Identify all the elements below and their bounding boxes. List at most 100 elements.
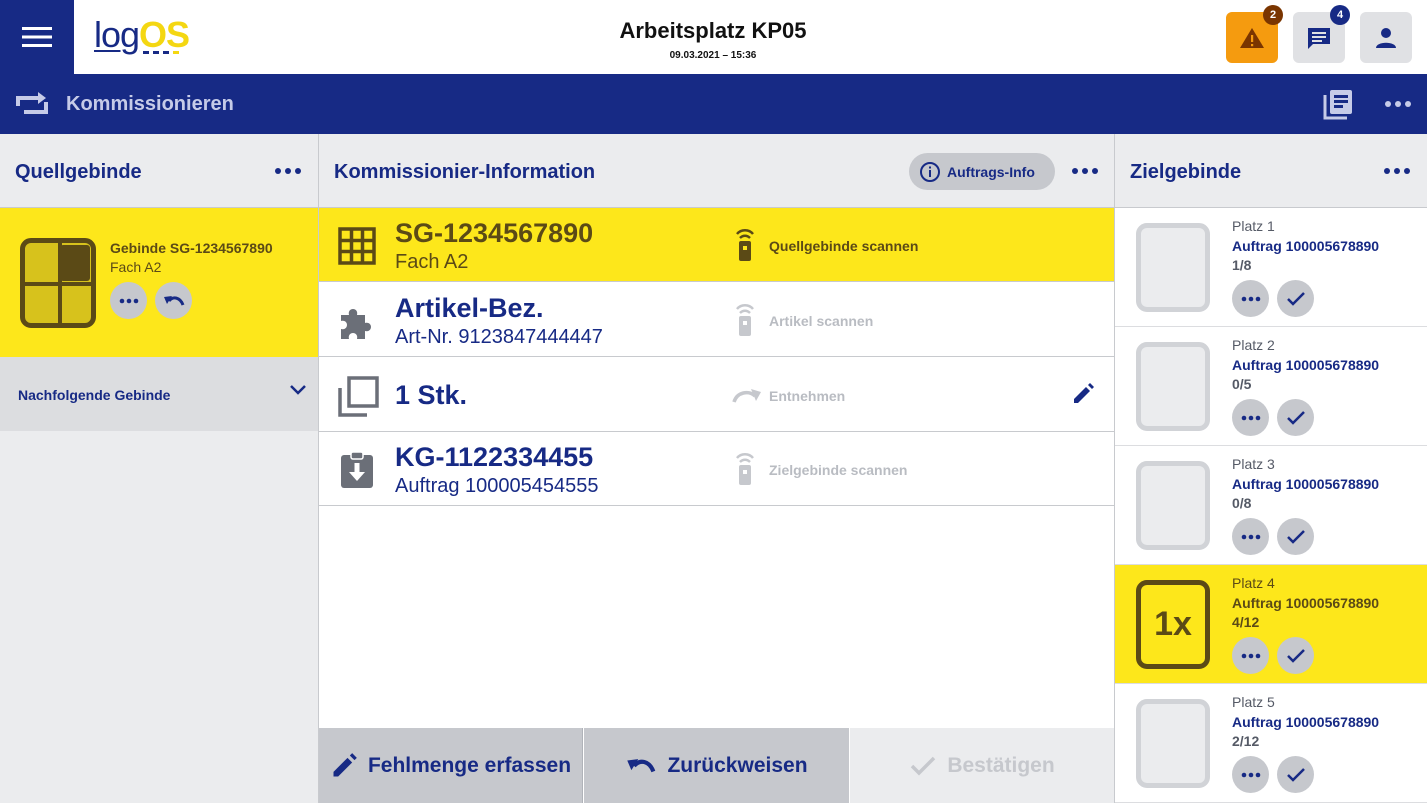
- more-icon[interactable]: [1071, 161, 1099, 181]
- slot-confirm-button[interactable]: [1277, 756, 1314, 793]
- source-container-card[interactable]: Gebinde SG-1234567890 Fach A2: [0, 208, 318, 357]
- more-icon[interactable]: [1384, 93, 1412, 115]
- menu-button[interactable]: [0, 0, 74, 74]
- slot-place: Platz 3: [1232, 456, 1275, 472]
- messages-button[interactable]: 4: [1293, 5, 1350, 63]
- slot-confirm-button[interactable]: [1277, 399, 1314, 436]
- puzzle-icon: [341, 309, 371, 339]
- top-bar: logOS Arbeitsplatz KP05 09.03.2021 – 15:…: [0, 0, 1427, 74]
- step-sub-text: Art-Nr. 9123847444447: [395, 326, 603, 348]
- check-icon: [1286, 410, 1305, 425]
- switch-process-icon[interactable]: [14, 88, 50, 120]
- process-title: Kommissionieren: [66, 93, 234, 115]
- slot-place: Platz 5: [1232, 694, 1275, 710]
- step-action: Artikel scannen: [769, 313, 874, 329]
- slot-place: Platz 2: [1232, 337, 1275, 353]
- target-panel-header: Zielgebinde: [1115, 134, 1427, 208]
- scanner-icon: [736, 453, 754, 485]
- target-slot-container-icon: [1136, 699, 1210, 788]
- warning-icon: [1240, 27, 1264, 48]
- source-panel-header: Quellgebinde: [0, 134, 318, 208]
- order-info-label: Auftrags-Info: [947, 163, 1035, 180]
- slot-count: 0/5: [1232, 376, 1252, 392]
- slot-more-button[interactable]: [1232, 399, 1269, 436]
- more-icon[interactable]: [274, 161, 302, 181]
- source-panel-title: Quellgebinde: [15, 161, 142, 183]
- slot-more-button[interactable]: [1232, 280, 1269, 317]
- logo-text-part1: log: [94, 14, 140, 55]
- target-slot[interactable]: Platz 5 Auftrag 100005678890 2/12: [1115, 684, 1427, 803]
- user-button[interactable]: [1360, 12, 1412, 63]
- check-icon: [1286, 648, 1305, 663]
- clipboard-download-icon: [341, 451, 373, 488]
- step-quantity[interactable]: 1 Stk. Entnehmen: [319, 358, 1114, 432]
- more-icon[interactable]: [1383, 161, 1411, 181]
- record-shortage-button[interactable]: Fehlmenge erfassen: [319, 728, 583, 803]
- alerts-count-badge: 2: [1263, 5, 1283, 25]
- slot-order: Auftrag 100005678890: [1232, 238, 1380, 254]
- target-slot-active[interactable]: 1x Platz 4 Auftrag 100005678890 4/12: [1115, 565, 1427, 684]
- step-main-text: KG-1122334455: [395, 442, 594, 472]
- chevron-down-icon: [290, 385, 306, 395]
- slot-confirm-button[interactable]: [1277, 518, 1314, 555]
- check-icon: [1286, 291, 1305, 306]
- more-icon: [1241, 534, 1260, 539]
- step-target-container[interactable]: KG-1122334455 Auftrag 100005454555 Zielg…: [319, 432, 1114, 506]
- following-containers-toggle[interactable]: Nachfolgende Gebinde: [0, 357, 318, 431]
- target-slot-container-icon: [1136, 461, 1210, 550]
- check-icon: [911, 756, 936, 775]
- step-action: Entnehmen: [769, 388, 846, 404]
- slot-confirm-button[interactable]: [1277, 637, 1314, 674]
- slot-count: 2/12: [1232, 733, 1260, 749]
- step-main-text: SG-1234567890: [395, 218, 594, 248]
- slot-confirm-button[interactable]: [1277, 280, 1314, 317]
- source-undo-button[interactable]: [155, 282, 192, 319]
- slot-order: Auftrag 100005678890: [1232, 357, 1380, 373]
- source-container-fach: Fach A2: [110, 259, 162, 275]
- step-action: Quellgebinde scannen: [769, 238, 919, 254]
- process-bar: Kommissionieren: [0, 74, 1427, 134]
- target-slot-container-icon: 1x: [1136, 580, 1210, 669]
- target-slot[interactable]: Platz 2 Auftrag 100005678890 0/5: [1115, 327, 1427, 446]
- target-slot-container-icon: [1136, 342, 1210, 431]
- order-info-button[interactable]: Auftrags-Info: [909, 153, 1055, 190]
- slot-more-button[interactable]: [1232, 637, 1269, 674]
- slot-order: Auftrag 100005678890: [1232, 595, 1380, 611]
- slot-more-button[interactable]: [1232, 518, 1269, 555]
- undo-icon: [163, 295, 184, 306]
- redo-arrow-icon: [732, 389, 761, 403]
- more-icon: [1241, 653, 1260, 658]
- slot-count: 4/12: [1232, 614, 1260, 630]
- slot-place: Platz 4: [1232, 575, 1275, 591]
- pencil-icon: [333, 752, 357, 776]
- more-icon: [1241, 772, 1260, 777]
- picking-info-title: Kommissionier-Information: [334, 161, 596, 183]
- confirm-label: Bestätigen: [947, 753, 1055, 777]
- source-panel: Quellgebinde Gebinde SG-1234567890 Fach …: [0, 134, 318, 803]
- target-slot[interactable]: Platz 1 Auftrag 100005678890 1/8: [1115, 208, 1427, 327]
- pencil-icon[interactable]: [1071, 382, 1095, 406]
- step-article[interactable]: Artikel-Bez. Art-Nr. 9123847444447 Artik…: [319, 283, 1114, 357]
- chat-icon: [1308, 27, 1330, 49]
- hamburger-icon: [22, 27, 52, 47]
- step-sub-text: Auftrag 100005454555: [395, 475, 599, 497]
- container-compartments-icon: [20, 238, 96, 328]
- source-more-button[interactable]: [110, 282, 147, 319]
- logo-dots: [143, 51, 179, 54]
- target-slot[interactable]: Platz 3 Auftrag 100005678890 0/8: [1115, 446, 1427, 565]
- logo-text-part2: OS: [139, 14, 190, 55]
- picking-info-header: Kommissionier-Information Auftrags-Info: [319, 134, 1114, 208]
- target-slot-container-icon: [1136, 223, 1210, 312]
- slot-more-button[interactable]: [1232, 756, 1269, 793]
- document-list-icon[interactable]: [1322, 88, 1354, 120]
- step-source-container[interactable]: SG-1234567890 Fach A2 Quellgebinde scann…: [319, 208, 1114, 282]
- more-icon: [1241, 296, 1260, 301]
- slot-order: Auftrag 100005678890: [1232, 476, 1380, 492]
- alerts-button[interactable]: 2: [1226, 5, 1283, 63]
- slot-count: 0/8: [1232, 495, 1252, 511]
- confirm-button[interactable]: Bestätigen: [850, 728, 1114, 803]
- reject-button[interactable]: Zurückweisen: [584, 728, 849, 803]
- workstation-title-block: Arbeitsplatz KP05 09.03.2021 – 15:36: [520, 18, 906, 61]
- step-sub-text: Fach A2: [395, 251, 469, 273]
- datetime: 09.03.2021 – 15:36: [669, 50, 757, 61]
